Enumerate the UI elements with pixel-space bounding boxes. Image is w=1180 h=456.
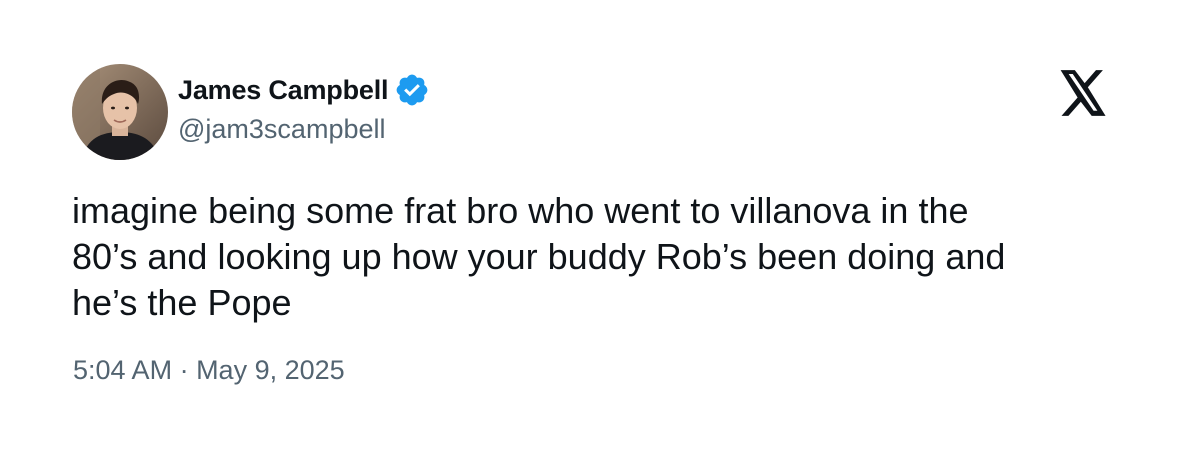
tweet-text: imagine being some frat bro who went to … [72,190,1006,323]
tweet-card: James Campbell @jam3scampbell imagine be… [0,0,1180,456]
tweet-date[interactable]: May 9, 2025 [196,355,345,385]
author-display-name[interactable]: James Campbell [178,75,389,106]
user-avatar[interactable] [72,64,168,160]
avatar-photo [72,64,168,160]
author-name-row: James Campbell [178,72,430,108]
verified-badge-icon [394,72,430,108]
tweet-time[interactable]: 5:04 AM [73,355,172,385]
author-handle[interactable]: @jam3scampbell [178,114,430,145]
tweet-timestamp: 5:04 AM · May 9, 2025 [73,355,345,386]
author-block: James Campbell @jam3scampbell [178,72,430,145]
x-logo-icon[interactable] [1058,70,1108,116]
meta-separator: · [172,355,197,385]
